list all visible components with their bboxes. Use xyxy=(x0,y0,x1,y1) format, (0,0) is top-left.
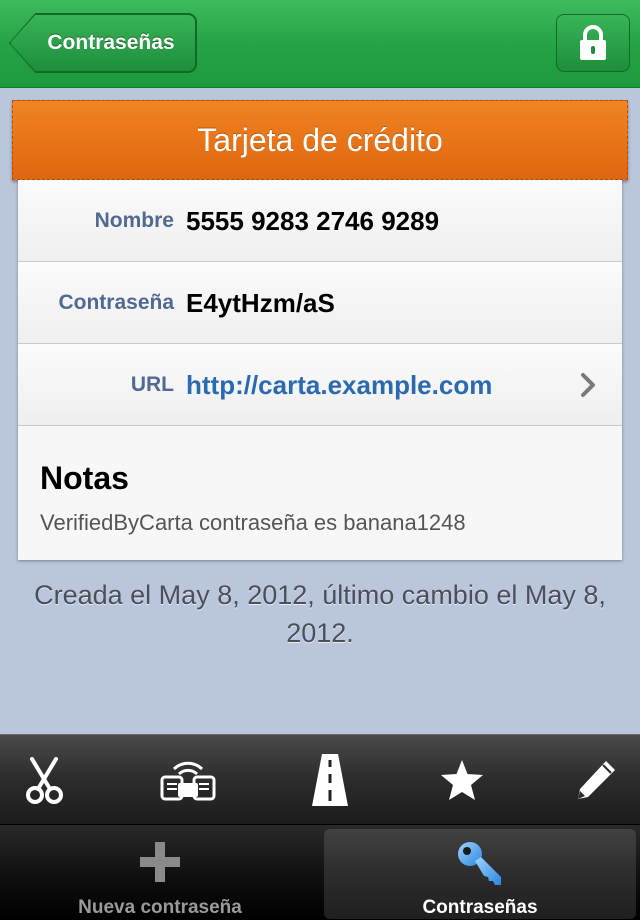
entry-detail-card: Nombre 5555 9283 2746 9289 Contraseña E4… xyxy=(18,180,622,560)
field-row-url[interactable]: URL http://carta.example.com xyxy=(18,344,622,426)
field-label: Nombre xyxy=(94,209,174,232)
field-label: Contraseña xyxy=(58,291,174,314)
road-icon xyxy=(312,754,348,806)
tab-label: Contraseñas xyxy=(422,897,538,918)
field-label: URL xyxy=(130,373,174,396)
star-icon xyxy=(441,760,483,800)
scissors-icon xyxy=(26,757,63,804)
field-value: E4ytHzm/aS xyxy=(186,287,335,318)
tab-contrasenas[interactable]: Contraseñas xyxy=(324,829,636,919)
back-button[interactable]: Contraseñas xyxy=(10,14,196,72)
field-row-nombre[interactable]: Nombre 5555 9283 2746 9289 xyxy=(18,180,622,262)
plus-icon xyxy=(140,842,180,882)
field-value: 5555 9283 2746 9289 xyxy=(186,205,440,236)
action-toolbar xyxy=(0,734,640,824)
key-icon xyxy=(458,842,501,885)
edit-button[interactable] xyxy=(532,735,640,825)
chevron-right-icon xyxy=(581,373,595,397)
favorite-button[interactable] xyxy=(398,735,526,825)
tab-bar: Nueva contraseña Contraseñas xyxy=(0,824,640,920)
lock-button[interactable] xyxy=(556,14,630,72)
notes-text: VerifiedByCarta contraseña es banana1248 xyxy=(40,510,466,535)
sync-button[interactable] xyxy=(124,735,252,825)
field-row-contrasena[interactable]: Contraseña E4ytHzm/aS xyxy=(18,262,622,344)
tab-label: Nueva contraseña xyxy=(78,897,242,918)
card-title: Tarjeta de crédito xyxy=(197,121,443,158)
pencil-icon xyxy=(578,761,615,799)
navigation-bar: Contraseñas xyxy=(0,0,640,88)
card-title-banner: Tarjeta de crédito xyxy=(12,100,628,180)
lock-icon xyxy=(580,25,606,60)
open-url-button[interactable] xyxy=(266,735,394,825)
notes-title: Notas xyxy=(40,460,129,496)
wireless-sync-icon xyxy=(160,761,216,801)
copy-button[interactable] xyxy=(0,735,108,825)
notes-section: Notas VerifiedByCarta contraseña es bana… xyxy=(18,434,622,560)
tab-nueva-contrasena[interactable]: Nueva contraseña xyxy=(4,829,316,919)
back-button-label: Contraseñas xyxy=(47,31,175,54)
url-link[interactable]: http://carta.example.com xyxy=(186,344,492,426)
timestamps-text: Creada el May 8, 2012, último cambio el … xyxy=(34,580,606,648)
